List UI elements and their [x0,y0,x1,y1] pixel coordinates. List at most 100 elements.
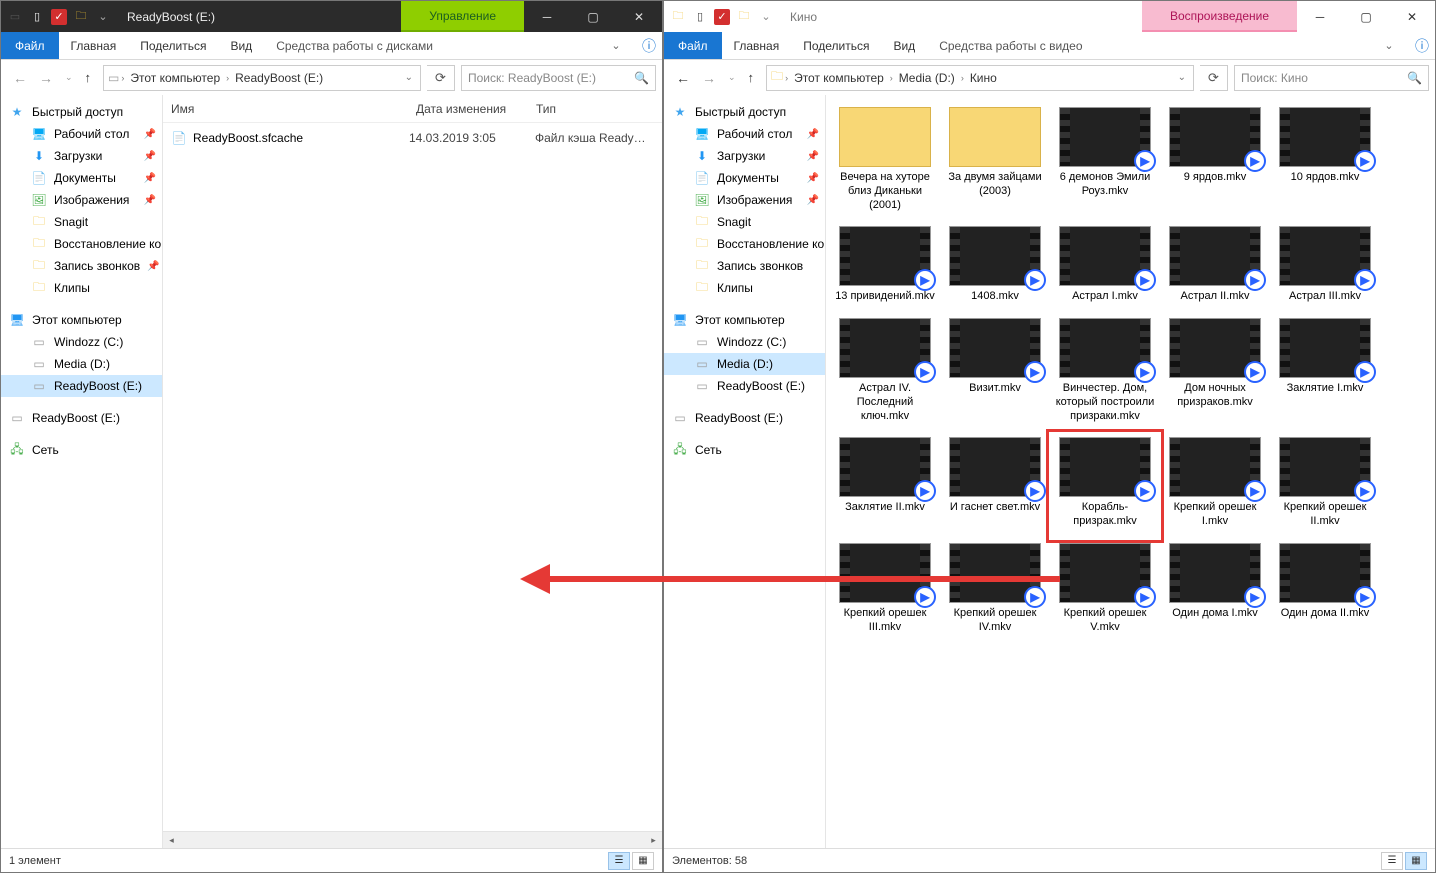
sidebar-item[interactable]: 🖥Рабочий стол📌 [1,123,162,145]
sidebar-item[interactable]: ⬇Загрузки📌 [1,145,162,167]
qat-dropdown-icon[interactable]: ⌄ [758,9,774,25]
sidebar-drive-item[interactable]: ▭Windozz (C:) [1,331,162,353]
sidebar-item[interactable]: 📄Документы📌 [1,167,162,189]
sidebar-item[interactable]: 🗀Запись звонков📌 [1,255,162,277]
breadcrumb-item[interactable]: Media (D:) [895,71,959,85]
tab-share[interactable]: Поделиться [791,32,881,59]
close-button[interactable]: ✕ [616,1,662,32]
sidebar-item[interactable]: 🖼Изображения📌 [1,189,162,211]
history-dropdown-icon[interactable]: ⌄ [728,72,736,83]
grid-item[interactable]: Вечера на хуторе близ Диканьки (2001) [830,103,940,222]
sidebar-item[interactable]: 🗀Snagit [1,211,162,233]
sidebar-this-pc[interactable]: 🖥Этот компьютер [664,309,825,331]
sidebar-drive-item[interactable]: ▭Media (D:) [1,353,162,375]
tab-context-tool[interactable]: Средства работы с видео [927,32,1094,59]
qat-dropdown-icon[interactable]: ⌄ [95,9,111,25]
grid-item[interactable]: ▶Один дома II.mkv [1270,539,1380,645]
scroll-right-icon[interactable]: ▸ [645,832,662,848]
maximize-button[interactable]: ▢ [570,1,616,32]
tab-share[interactable]: Поделиться [128,32,218,59]
sidebar-item[interactable]: 🖥Рабочий стол📌 [664,123,825,145]
sidebar-this-pc[interactable]: 🖥Этот компьютер [1,309,162,331]
folder-icon[interactable]: 🗀 [73,9,89,25]
grid-item[interactable]: ▶1408.mkv [940,222,1050,314]
breadcrumb-item[interactable]: ReadyBoost (E:) [231,71,327,85]
view-details-button[interactable]: ☰ [1381,852,1403,870]
refresh-button[interactable]: ⟳ [1200,65,1228,91]
view-details-button[interactable]: ☰ [608,852,630,870]
sidebar-quick-access[interactable]: ★Быстрый доступ [1,101,162,123]
ribbon-expand-icon[interactable]: ⌄ [596,32,636,59]
col-name[interactable]: Имя [163,102,408,116]
grid-item[interactable]: ▶9 ярдов.mkv [1160,103,1270,222]
sidebar-drive-item[interactable]: ▭Windozz (C:) [664,331,825,353]
sidebar-item[interactable]: 🗀Клипы [1,277,162,299]
sidebar-drive-item[interactable]: ▭Media (D:) [664,353,825,375]
grid-item[interactable]: ▶Заклятие I.mkv [1270,314,1380,433]
back-button[interactable]: ← [13,70,27,86]
file-tab[interactable]: Файл [1,32,59,59]
tab-view[interactable]: Вид [881,32,927,59]
sidebar-network[interactable]: 🖧Сеть [1,439,162,461]
sidebar-item[interactable]: 🗀Snagit [664,211,825,233]
breadcrumb-item[interactable]: Этот компьютер [790,71,888,85]
view-icons-button[interactable]: ▦ [1405,852,1427,870]
sidebar-network[interactable]: 🖧Сеть [664,439,825,461]
tab-context-tool[interactable]: Средства работы с дисками [264,32,445,59]
help-icon[interactable]: ⓘ [636,32,662,59]
grid-item[interactable]: ▶Один дома I.mkv [1160,539,1270,645]
tab-home[interactable]: Главная [59,32,129,59]
search-input[interactable]: Поиск: ReadyBoost (E:) 🔍 [461,65,656,91]
tab-home[interactable]: Главная [722,32,792,59]
ribbon-expand-icon[interactable]: ⌄ [1369,32,1409,59]
grid-item[interactable]: ▶13 привидений.mkv [830,222,940,314]
grid-item[interactable]: ▶И гаснет свет.mkv [940,433,1050,539]
grid-item[interactable]: ▶Крепкий орешек II.mkv [1270,433,1380,539]
refresh-button[interactable]: ⟳ [427,65,455,91]
view-icons-button[interactable]: ▦ [632,852,654,870]
contextual-tab[interactable]: Воспроизведение [1142,1,1297,32]
grid-item[interactable]: ▶Винчестер. Дом, который построили призр… [1050,314,1160,433]
grid-item[interactable]: ▶Астрал IV. Последний ключ.mkv [830,314,940,433]
grid-item[interactable]: ▶6 демонов Эмили Роуз.mkv [1050,103,1160,222]
minimize-button[interactable]: ─ [524,1,570,32]
address-dropdown-icon[interactable]: ⌄ [402,72,416,83]
contextual-tab[interactable]: Управление [401,1,524,32]
qat-check-icon[interactable]: ✓ [51,9,67,25]
address-bar[interactable]: ▭ › Этот компьютер › ReadyBoost (E:) ⌄ [103,65,421,91]
grid-item[interactable]: ▶Визит.mkv [940,314,1050,433]
forward-button[interactable]: → [702,70,716,86]
minimize-button[interactable]: ─ [1297,1,1343,32]
help-icon[interactable]: ⓘ [1409,32,1435,59]
grid-item[interactable]: ▶Крепкий орешек IV.mkv [940,539,1050,645]
grid-item[interactable]: ▶Корабль-призрак.mkv [1050,433,1160,539]
sidebar-item[interactable]: 🗀Восстановление ко [664,233,825,255]
grid-item[interactable]: За двумя зайцами (2003) [940,103,1050,222]
history-dropdown-icon[interactable]: ⌄ [65,72,73,83]
col-type[interactable]: Тип [528,102,648,116]
sidebar-item[interactable]: 🖼Изображения📌 [664,189,825,211]
grid-item[interactable]: ▶Астрал I.mkv [1050,222,1160,314]
up-button[interactable]: ↑ [748,70,755,85]
qat-check-icon[interactable]: ✓ [714,9,730,25]
grid-item[interactable]: ▶Крепкий орешек I.mkv [1160,433,1270,539]
grid-item[interactable]: ▶10 ярдов.mkv [1270,103,1380,222]
sidebar-drive-item[interactable]: ▭ReadyBoost (E:) [664,375,825,397]
breadcrumb-item[interactable]: Этот компьютер [126,71,224,85]
sidebar-item[interactable]: ⬇Загрузки📌 [664,145,825,167]
file-tab[interactable]: Файл [664,32,722,59]
sidebar-item[interactable]: 🗀Запись звонков [664,255,825,277]
close-button[interactable]: ✕ [1389,1,1435,32]
folder-icon[interactable]: 🗀 [736,9,752,25]
grid-item[interactable]: ▶Дом ночных призраков.mkv [1160,314,1270,433]
sidebar-quick-access[interactable]: ★Быстрый доступ [664,101,825,123]
sidebar-readyboost[interactable]: ▭ReadyBoost (E:) [664,407,825,429]
grid-item[interactable]: ▶Астрал III.mkv [1270,222,1380,314]
col-date[interactable]: Дата изменения [408,102,528,116]
address-dropdown-icon[interactable]: ⌄ [1175,72,1189,83]
forward-button[interactable]: → [39,70,53,86]
grid-item[interactable]: ▶Крепкий орешек V.mkv [1050,539,1160,645]
grid-item[interactable]: ▶Астрал II.mkv [1160,222,1270,314]
sidebar-readyboost[interactable]: ▭ReadyBoost (E:) [1,407,162,429]
tab-view[interactable]: Вид [218,32,264,59]
